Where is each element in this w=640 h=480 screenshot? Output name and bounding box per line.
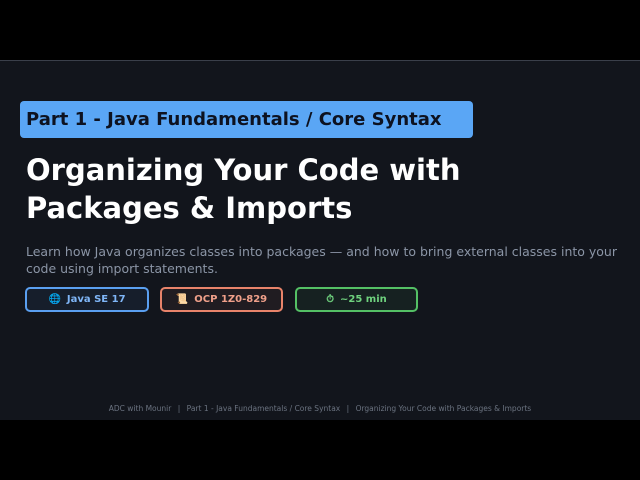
badge-label: Java SE 17 <box>66 294 126 305</box>
badge-certification: 📜 OCP 1Z0-829 <box>160 287 283 312</box>
subtitle: Learn how Java organizes classes into pa… <box>26 244 617 276</box>
letterbox-bottom <box>0 420 640 480</box>
title-line-1: Organizing Your Code with <box>26 153 461 187</box>
footer-separator: | <box>346 404 350 413</box>
timer-icon: ⏱ <box>326 293 335 305</box>
page-title: Organizing Your Code with Packages & Imp… <box>26 151 626 227</box>
badge-label: ~25 min <box>340 294 387 305</box>
footer-part: Part 1 - Java Fundamentals / Core Syntax <box>186 404 341 413</box>
globe-icon: 🌐 <box>48 293 61 305</box>
footer-channel: ADC with Mounir <box>108 404 172 413</box>
scroll-icon: 📜 <box>175 293 189 305</box>
footer: ADC with Mounir | Part 1 - Java Fundamen… <box>0 404 640 413</box>
footer-lesson: Organizing Your Code with Packages & Imp… <box>355 404 532 413</box>
badge-java-version: 🌐 Java SE 17 <box>25 287 149 312</box>
section-tag: Part 1 - Java Fundamentals / Core Syntax <box>20 101 473 138</box>
footer-separator: | <box>177 404 181 413</box>
letterbox-top <box>0 0 640 60</box>
badge-label: OCP 1Z0-829 <box>194 294 268 305</box>
badge-duration: ⏱ ~25 min <box>295 287 418 312</box>
slide: Part 1 - Java Fundamentals / Core Syntax… <box>0 60 640 420</box>
title-line-2: Packages & Imports <box>26 191 353 225</box>
